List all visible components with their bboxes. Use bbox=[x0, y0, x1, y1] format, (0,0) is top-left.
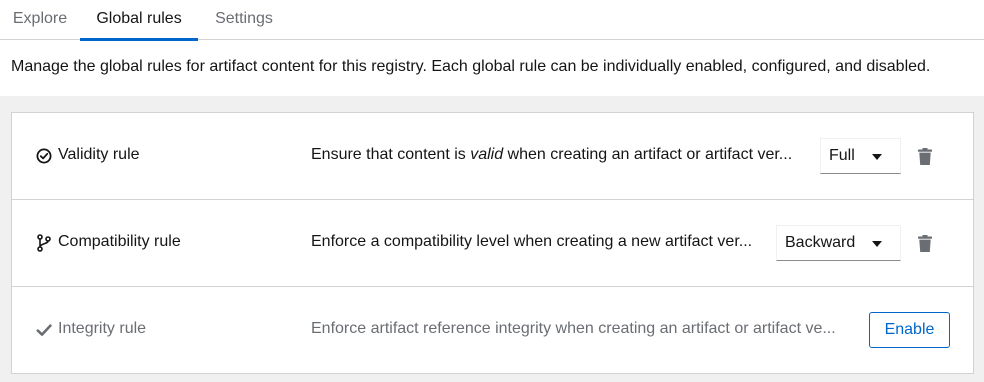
rule-description: Enforce artifact reference integrity whe… bbox=[311, 320, 836, 337]
select-value: Full bbox=[829, 147, 855, 164]
code-branch-icon bbox=[37, 234, 51, 252]
rule-name: Validity rule bbox=[58, 146, 140, 163]
enable-button[interactable]: Enable bbox=[869, 312, 950, 348]
rule-description-emphasis: valid bbox=[470, 146, 504, 163]
check-circle-icon bbox=[36, 148, 52, 164]
rule-description: Ensure that content is valid when creati… bbox=[311, 146, 801, 164]
checkmark-icon bbox=[36, 324, 52, 336]
page-header: Explore Global rules Settings Manage the… bbox=[0, 0, 984, 96]
rule-name: Compatibility rule bbox=[58, 233, 181, 250]
tab-settings[interactable]: Settings bbox=[198, 0, 290, 40]
rules-list: Validity rule Ensure that content is val… bbox=[11, 112, 974, 374]
rule-row-validity: Validity rule Ensure that content is val… bbox=[12, 113, 973, 200]
trash-icon[interactable] bbox=[918, 235, 932, 252]
select-value: Backward bbox=[785, 234, 856, 251]
caret-down-icon bbox=[872, 154, 882, 160]
rule-description-text-end: when creating an artifact or artifact ve… bbox=[503, 146, 793, 163]
validity-level-select[interactable]: Full bbox=[820, 138, 901, 174]
rule-name: Integrity rule bbox=[58, 320, 147, 337]
rule-description: Enforce a compatibility level when creat… bbox=[311, 233, 753, 250]
rule-row-integrity: Integrity rule Enforce artifact referenc… bbox=[12, 287, 973, 374]
rule-row-compatibility: Compatibility rule Enforce a compatibili… bbox=[12, 200, 973, 287]
tab-bar: Explore Global rules Settings bbox=[0, 0, 984, 41]
rule-description-text: Ensure that content is bbox=[311, 146, 471, 163]
trash-icon[interactable] bbox=[918, 148, 932, 165]
tab-global-rules[interactable]: Global rules bbox=[80, 0, 198, 41]
caret-down-icon bbox=[872, 241, 882, 247]
compatibility-level-select[interactable]: Backward bbox=[776, 225, 901, 261]
page-description: Manage the global rules for artifact con… bbox=[11, 58, 931, 75]
tab-explore[interactable]: Explore bbox=[0, 0, 80, 40]
